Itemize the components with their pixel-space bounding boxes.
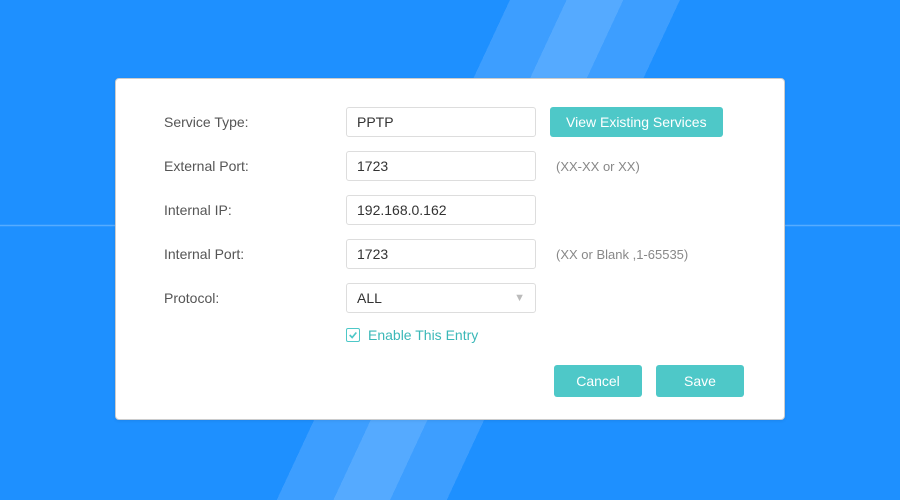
view-existing-services-button[interactable]: View Existing Services (550, 107, 723, 137)
protocol-value: ALL (357, 290, 382, 306)
service-type-text[interactable] (357, 114, 525, 130)
check-icon (348, 330, 358, 340)
label-external-port: External Port: (164, 158, 346, 174)
internal-port-text[interactable] (357, 246, 525, 262)
row-internal-port: Internal Port: (XX or Blank ,1-65535) (164, 239, 754, 269)
internal-port-input[interactable] (346, 239, 536, 269)
row-internal-ip: Internal IP: (164, 195, 754, 225)
protocol-select[interactable]: ALL ▼ (346, 283, 536, 313)
row-protocol: Protocol: ALL ▼ (164, 283, 754, 313)
service-type-input[interactable] (346, 107, 536, 137)
row-external-port: External Port: (XX-XX or XX) (164, 151, 754, 181)
save-button[interactable]: Save (656, 365, 744, 397)
internal-ip-input[interactable] (346, 195, 536, 225)
row-service-type: Service Type: View Existing Services (164, 107, 754, 137)
port-forward-dialog: Service Type: View Existing Services Ext… (115, 78, 785, 420)
label-protocol: Protocol: (164, 290, 346, 306)
internal-ip-text[interactable] (357, 202, 525, 218)
label-internal-ip: Internal IP: (164, 202, 346, 218)
external-port-input[interactable] (346, 151, 536, 181)
dialog-footer: Cancel Save (164, 365, 754, 397)
hint-external-port: (XX-XX or XX) (556, 159, 640, 174)
label-internal-port: Internal Port: (164, 246, 346, 262)
row-enable-entry: Enable This Entry (346, 327, 754, 343)
label-service-type: Service Type: (164, 114, 346, 130)
hint-internal-port: (XX or Blank ,1-65535) (556, 247, 688, 262)
external-port-text[interactable] (357, 158, 525, 174)
enable-entry-checkbox[interactable] (346, 328, 360, 342)
enable-entry-label[interactable]: Enable This Entry (368, 327, 478, 343)
chevron-down-icon: ▼ (514, 292, 525, 304)
cancel-button[interactable]: Cancel (554, 365, 642, 397)
